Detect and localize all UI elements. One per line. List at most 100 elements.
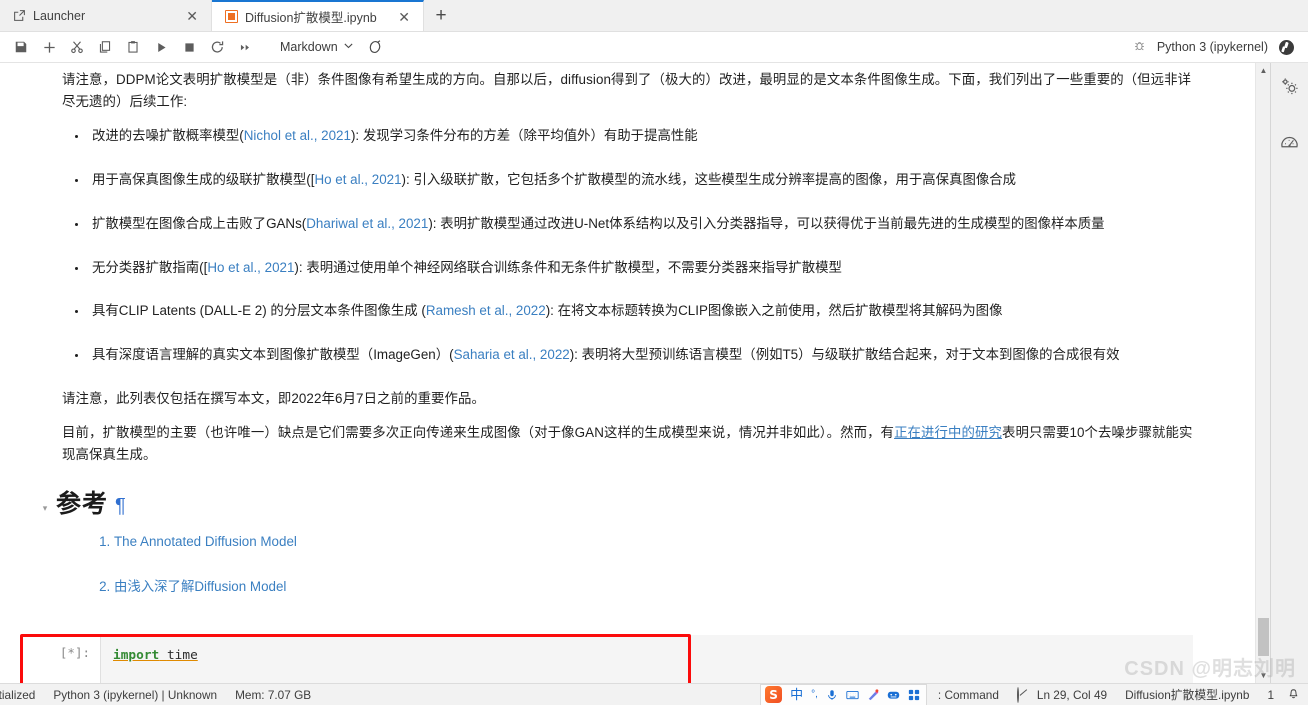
cut-button[interactable]: [64, 35, 90, 59]
reference-link[interactable]: The Annotated Diffusion Model: [114, 534, 297, 549]
cursor-position-label: Ln 29, Col 49: [1036, 687, 1108, 702]
kernel-status-area: Python 3 (ipykernel): [1133, 39, 1300, 55]
reference-ordered-list: The Annotated Diffusion Model 由浅入深了解Diff…: [62, 531, 1193, 597]
notebook-panel: 请注意，DDPM论文表明扩散模型是（非）条件图像有希望生成的方向。自那以后，di…: [0, 63, 1255, 683]
bullet-text-post: ): 引入级联扩散，它包括多个扩散模型的流水线，这些模型生成分辨率提高的图像，用…: [401, 172, 1017, 188]
memory-usage-label: Mem: 7.07 GB: [235, 687, 312, 702]
bullet-link[interactable]: Ho et al., 2021: [207, 260, 294, 275]
jupyterlab-window: Launcher ✕ Diffusion扩散模型.ipynb ✕ + Markd…: [0, 0, 1308, 705]
code-module-time: time: [166, 647, 198, 663]
markdown-paragraph-1: 请注意，DDPM论文表明扩散模型是（非）条件图像有希望生成的方向。自那以后，di…: [62, 72, 1192, 109]
list-item: 扩散模型在图像合成上击败了GANs(Dhariwal et al., 2021)…: [88, 213, 1193, 235]
insert-cell-button[interactable]: [36, 35, 62, 59]
cell-type-select[interactable]: Markdown: [272, 38, 360, 56]
scroll-up-icon[interactable]: ▲: [1256, 63, 1271, 78]
bullet-link[interactable]: Ho et al., 2021: [314, 172, 401, 187]
kernel-state-label: itialized: [0, 687, 36, 702]
notebook-mode-label: : Command: [937, 687, 999, 702]
bullet-link[interactable]: Dhariwal et al., 2021: [306, 216, 428, 231]
code-keyword-import: import: [113, 647, 160, 663]
restart-run-all-button[interactable]: [232, 35, 258, 59]
notebook-scrollbar[interactable]: ▲ ▼: [1255, 63, 1270, 683]
launcher-icon: [13, 9, 26, 22]
list-item: 由浅入深了解Diffusion Model: [114, 576, 1193, 598]
collapse-section-icon[interactable]: ▾: [34, 488, 56, 516]
bullet-text-post: ): 表明通过使用单个神经网络联合训练条件和无条件扩散模型，不需要分类器来指导扩…: [294, 259, 842, 275]
tab-bar: Launcher ✕ Diffusion扩散模型.ipynb ✕ +: [0, 0, 1308, 32]
list-item: The Annotated Diffusion Model: [114, 531, 1193, 553]
code-cell[interactable]: [*]: import time print(time.strftime("%Y…: [22, 621, 1193, 683]
reference-link[interactable]: 由浅入深了解Diffusion Model: [114, 579, 286, 594]
tab-launcher-close-icon[interactable]: ✕: [183, 7, 201, 25]
no-entry-icon[interactable]: [1008, 686, 1028, 703]
property-inspector-icon[interactable]: [1277, 73, 1303, 99]
notification-count-label: 1: [1267, 687, 1274, 702]
apps-icon[interactable]: [908, 689, 920, 701]
list-item: 无分类器扩散指南([Ho et al., 2021): 表明通过使用单个神经网络…: [88, 257, 1193, 279]
paste-button[interactable]: [120, 35, 146, 59]
section-heading-references: ▾ 参考 ¶: [34, 488, 1193, 522]
new-tab-button[interactable]: +: [424, 0, 458, 31]
right-sidebar: [1270, 63, 1308, 683]
ime-punctuation-icon[interactable]: °,: [811, 689, 818, 700]
anchor-link-icon[interactable]: ¶: [115, 495, 127, 517]
bullet-text-pre: 具有CLIP Latents (DALL-E 2) 的分层文本条件图像生成 (: [92, 303, 426, 319]
kernel-info-label[interactable]: Python 3 (ipykernel) | Unknown: [44, 688, 226, 702]
tab-notebook-label: Diffusion扩散模型.ipynb: [245, 11, 377, 25]
mic-icon[interactable]: [826, 689, 838, 701]
bullet-link[interactable]: Saharia et al., 2022: [454, 347, 570, 362]
bullet-link[interactable]: Ramesh et al., 2022: [426, 303, 546, 318]
bug-icon[interactable]: [1133, 39, 1146, 55]
bell-icon[interactable]: [1283, 686, 1308, 703]
notebook-icon: [225, 10, 238, 23]
bullet-text-post: ): 表明将大型预训练语言模型（例如T5）与级联扩散结合起来，对于文本到图像的合…: [569, 346, 1120, 362]
ime-mode-icon[interactable]: 中: [790, 688, 803, 701]
ime-toolbar: S 中 °,: [760, 683, 927, 705]
page-title: 参考 ¶: [56, 488, 127, 522]
markdown-paragraph-3: 目前，扩散模型的主要（也许唯一）缺点是它们需要多次正向传递来生成图像（对于像GA…: [62, 422, 1193, 465]
bullet-text-post: ): 发现学习条件分布的方差（除平均值外）有助于提高性能: [350, 128, 698, 144]
list-item: 改进的去噪扩散概率模型(Nichol et al., 2021): 发现学习条件…: [88, 125, 1193, 147]
list-item: 用于高保真图像生成的级联扩散模型([Ho et al., 2021): 引入级联…: [88, 169, 1193, 191]
tab-launcher[interactable]: Launcher ✕: [0, 0, 212, 31]
tab-notebook-close-icon[interactable]: ✕: [395, 8, 413, 26]
list-item: 具有CLIP Latents (DALL-E 2) 的分层文本条件图像生成 (R…: [88, 300, 1193, 322]
paragraph-3-pre: 目前，扩散模型的主要（也许唯一）缺点是它们需要多次正向传递来生成图像（对于像GA…: [62, 425, 895, 441]
current-file-label: Diffusion扩散模型.ipynb: [1125, 688, 1250, 702]
keyboard-icon[interactable]: [846, 689, 859, 701]
save-button[interactable]: [8, 35, 34, 59]
code-editor[interactable]: import time print(time.strftime("%Y-%m-%…: [100, 634, 1193, 683]
stop-button[interactable]: [176, 35, 202, 59]
bullet-text-pre: 改进的去噪扩散概率模型(: [92, 128, 244, 144]
pen-icon[interactable]: [867, 688, 879, 701]
status-bar: itialized Python 3 (ipykernel) | Unknown…: [0, 683, 1308, 705]
references-bullet-list: 改进的去噪扩散概率模型(Nichol et al., 2021): 发现学习条件…: [62, 125, 1193, 365]
copy-button[interactable]: [92, 35, 118, 59]
list-item: 具有深度语言理解的真实文本到图像扩散模型（ImageGen）(Saharia e…: [88, 344, 1193, 366]
debugger-icon[interactable]: [1277, 129, 1303, 155]
refresh-kernel-icon[interactable]: [362, 35, 388, 59]
run-button[interactable]: [148, 35, 174, 59]
cell-type-label: Markdown: [280, 40, 338, 54]
bullet-text-pre: 无分类器扩散指南([: [92, 259, 208, 275]
bullet-text-post: ): 在将文本标题转换为CLIP图像嵌入之前使用，然后扩散模型将其解码为图像: [545, 303, 1003, 319]
bullet-text-pre: 具有深度语言理解的真实文本到图像扩散模型（ImageGen）(: [92, 346, 454, 362]
notebook-toolbar: Markdown Python 3 (ipykernel): [0, 32, 1308, 63]
notebook-content: 请注意，DDPM论文表明扩散模型是（非）条件图像有希望生成的方向。自那以后，di…: [0, 63, 1255, 683]
kernel-busy-indicator: [1279, 39, 1294, 55]
tab-launcher-label: Launcher: [33, 8, 86, 23]
restart-button[interactable]: [204, 35, 230, 59]
bullet-text-pre: 扩散模型在图像合成上击败了GANs(: [92, 215, 307, 231]
main-area: 请注意，DDPM论文表明扩散模型是（非）条件图像有希望生成的方向。自那以后，di…: [0, 63, 1308, 683]
sogou-logo-icon[interactable]: S: [765, 686, 783, 703]
bullet-link[interactable]: Nichol et al., 2021: [244, 128, 351, 143]
ongoing-research-link[interactable]: 正在进行中的研究: [894, 425, 1002, 440]
emoji-icon[interactable]: [887, 689, 900, 701]
scroll-down-icon[interactable]: ▼: [1256, 668, 1271, 683]
scrollbar-thumb[interactable]: [1258, 618, 1269, 656]
kernel-name-label[interactable]: Python 3 (ipykernel): [1157, 40, 1268, 54]
tab-notebook[interactable]: Diffusion扩散模型.ipynb ✕: [212, 0, 424, 31]
markdown-paragraph-2: 请注意，此列表仅包括在撰写本文，即2022年6月7日之前的重要作品。: [62, 390, 486, 406]
cell-prompt-label: [*]:: [59, 644, 90, 660]
chevron-down-icon: [343, 40, 354, 54]
